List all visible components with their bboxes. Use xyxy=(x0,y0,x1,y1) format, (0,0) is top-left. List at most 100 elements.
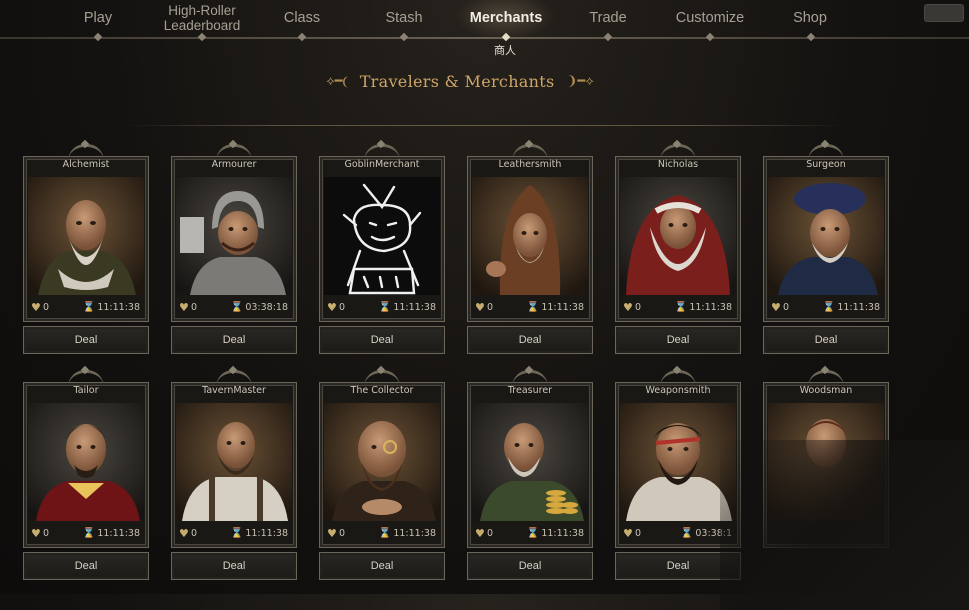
affinity-icon: ♥ xyxy=(179,301,189,314)
affinity-count: 0 xyxy=(339,528,346,539)
merchant-card-treasurer[interactable]: Treasurer ♥ 0 ⌛ 11:11:38 Deal xyxy=(467,370,593,594)
timer-value: 11:11:38 xyxy=(245,528,288,539)
timer-value: 11:11:38 xyxy=(837,302,880,313)
merchant-name: Treasurer xyxy=(507,385,553,396)
timer-value: 11:11:38 xyxy=(541,528,584,539)
deal-button[interactable]: Deal xyxy=(467,552,593,580)
merchant-card-tavernmaster[interactable]: TavernMaster ♥ 0 ⌛ 11:11:38 Deal xyxy=(171,370,297,594)
merchant-stats: ♥ 0 ⌛ 11:11:38 xyxy=(322,526,442,544)
deal-button[interactable]: Deal xyxy=(615,326,741,354)
tailor-portrait xyxy=(28,403,144,521)
deal-button[interactable]: Deal xyxy=(171,326,297,354)
refresh-timer: ⌛ 11:11:38 xyxy=(527,302,584,313)
affinity-count: 0 xyxy=(339,302,346,313)
tab-class[interactable]: Class xyxy=(272,0,332,36)
section-heading: ⟡━❨ Travelers & Merchants ❩━⟡ xyxy=(300,66,620,96)
merchant-stats: ♥ 0 ⌛ 11:11:38 xyxy=(470,526,590,544)
merchant-stats: ♥ 0 ⌛ 11:11:38 xyxy=(618,300,738,318)
deal-button[interactable]: Deal xyxy=(319,326,445,354)
merchant-card-leathersmith[interactable]: Leathersmith ♥ 0 ⌛ 11:11:38 Deal xyxy=(467,144,593,368)
refresh-timer: ⌛ 03:38:1 xyxy=(681,528,732,539)
affinity-icon: ♥ xyxy=(771,301,781,314)
merchant-card-goblinmerchant[interactable]: GoblinMerchant ♥ 0 ⌛ 11:11:38 Deal xyxy=(319,144,445,368)
merchant-card-alchemist[interactable]: Alchemist ♥ 0 ⌛ 11:11:38 Deal xyxy=(23,144,149,368)
merchant-name: Weaponsmith xyxy=(645,385,711,396)
right-ornament-icon: ❩━⟡ xyxy=(566,73,594,89)
refresh-timer: ⌛ 11:11:38 xyxy=(83,302,140,313)
tab-customize[interactable]: Customize xyxy=(668,0,752,36)
tab-trade[interactable]: Trade xyxy=(578,0,638,36)
merchant-stats: ♥ 0 ⌛ 11:11:38 xyxy=(322,300,442,318)
hourglass-icon: ⌛ xyxy=(378,302,392,313)
timer-value: 03:38:18 xyxy=(245,302,288,313)
affinity-count: 0 xyxy=(43,302,50,313)
refresh-timer: ⌛ 03:38:18 xyxy=(231,302,288,313)
deal-button[interactable]: Deal xyxy=(171,552,297,580)
merchant-card-nicholas[interactable]: Nicholas ♥ 0 ⌛ 11:11:38 Deal xyxy=(615,144,741,368)
armourer-portrait xyxy=(176,177,292,295)
refresh-timer: ⌛ 11:11:38 xyxy=(823,302,880,313)
refresh-timer: ⌛ 11:11:38 xyxy=(83,528,140,539)
refresh-timer: ⌛ 11:11:38 xyxy=(379,302,436,313)
tab-stash[interactable]: Stash xyxy=(374,0,434,36)
timer-value: 11:11:38 xyxy=(393,302,436,313)
affinity-icon: ♥ xyxy=(327,301,337,314)
merchant-card-the-collector[interactable]: The Collector ♥ 0 ⌛ 11:11:38 Deal xyxy=(319,370,445,594)
deal-button[interactable]: Deal xyxy=(615,552,741,580)
hourglass-icon: ⌛ xyxy=(82,528,96,539)
top-nav: Play High-Roller Leaderboard Class Stash… xyxy=(0,0,969,57)
merchant-card-tailor[interactable]: Tailor ♥ 0 ⌛ 11:11:38 Deal xyxy=(23,370,149,594)
treasurer-portrait xyxy=(472,403,588,521)
section-title: Travelers & Merchants xyxy=(359,71,555,91)
timer-value: 11:11:38 xyxy=(541,302,584,313)
nav-divider xyxy=(0,37,969,39)
deal-button[interactable]: Deal xyxy=(763,326,889,354)
heading-divider xyxy=(125,125,845,126)
merchant-stats: ♥ 0 ⌛ 11:11:38 xyxy=(470,300,590,318)
deal-button[interactable]: Deal xyxy=(319,552,445,580)
refresh-timer: ⌛ 11:11:38 xyxy=(527,528,584,539)
merchant-stats: ♥ 0 ⌛ 11:11:38 xyxy=(174,526,294,544)
affinity-icon: ♥ xyxy=(327,527,337,540)
corner-button[interactable] xyxy=(924,4,964,22)
tab-high-roller-leaderboard[interactable]: High-Roller Leaderboard xyxy=(152,0,252,36)
affinity-count: 0 xyxy=(635,302,642,313)
woodsman-portrait xyxy=(768,403,884,521)
tab-play[interactable]: Play xyxy=(68,0,128,36)
merchant-card-weaponsmith[interactable]: Weaponsmith ♥ 0 ⌛ 03:38:1 Deal xyxy=(615,370,741,594)
leathersmith-portrait xyxy=(472,177,588,295)
merchant-card-surgeon[interactable]: Surgeon ♥ 0 ⌛ 11:11:38 Deal xyxy=(763,144,889,368)
merchant-name: Leathersmith xyxy=(498,159,562,170)
tab-merchants[interactable]: Merchants xyxy=(460,0,552,36)
affinity-count: 0 xyxy=(487,302,494,313)
deal-button[interactable]: Deal xyxy=(23,326,149,354)
nicholas-portrait xyxy=(620,177,736,295)
affinity-icon: ♥ xyxy=(623,301,633,314)
merchant-name: Armourer xyxy=(211,159,257,170)
goblin-merchant-sketch xyxy=(324,177,440,295)
deal-button[interactable]: Deal xyxy=(23,552,149,580)
merchant-name: GoblinMerchant xyxy=(344,159,420,170)
hourglass-icon: ⌛ xyxy=(680,528,694,539)
hourglass-icon: ⌛ xyxy=(526,528,540,539)
tab-shop[interactable]: Shop xyxy=(780,0,840,36)
merchant-card-woodsman[interactable]: Woodsman xyxy=(763,370,889,594)
timer-value: 11:11:38 xyxy=(97,302,140,313)
tavernmaster-portrait xyxy=(176,403,292,521)
affinity-count: 0 xyxy=(43,528,50,539)
hourglass-icon: ⌛ xyxy=(82,302,96,313)
merchant-stats: ♥ 0 ⌛ 11:11:38 xyxy=(766,300,886,318)
merchant-name: Woodsman xyxy=(799,385,853,396)
merchant-stats: ♥ 0 ⌛ 03:38:18 xyxy=(174,300,294,318)
affinity-count: 0 xyxy=(487,528,494,539)
merchant-card-armourer[interactable]: Armourer ♥ 0 ⌛ 03:38:18 Deal xyxy=(171,144,297,368)
deal-button[interactable]: Deal xyxy=(467,326,593,354)
merchant-name: Alchemist xyxy=(62,159,110,170)
refresh-timer: ⌛ 11:11:38 xyxy=(675,302,732,313)
timer-value: 11:11:38 xyxy=(393,528,436,539)
merchant-name: Nicholas xyxy=(657,159,699,170)
merchant-name: The Collector xyxy=(350,385,414,396)
affinity-icon: ♥ xyxy=(179,527,189,540)
affinity-icon: ♥ xyxy=(475,527,485,540)
refresh-timer: ⌛ 11:11:38 xyxy=(231,528,288,539)
